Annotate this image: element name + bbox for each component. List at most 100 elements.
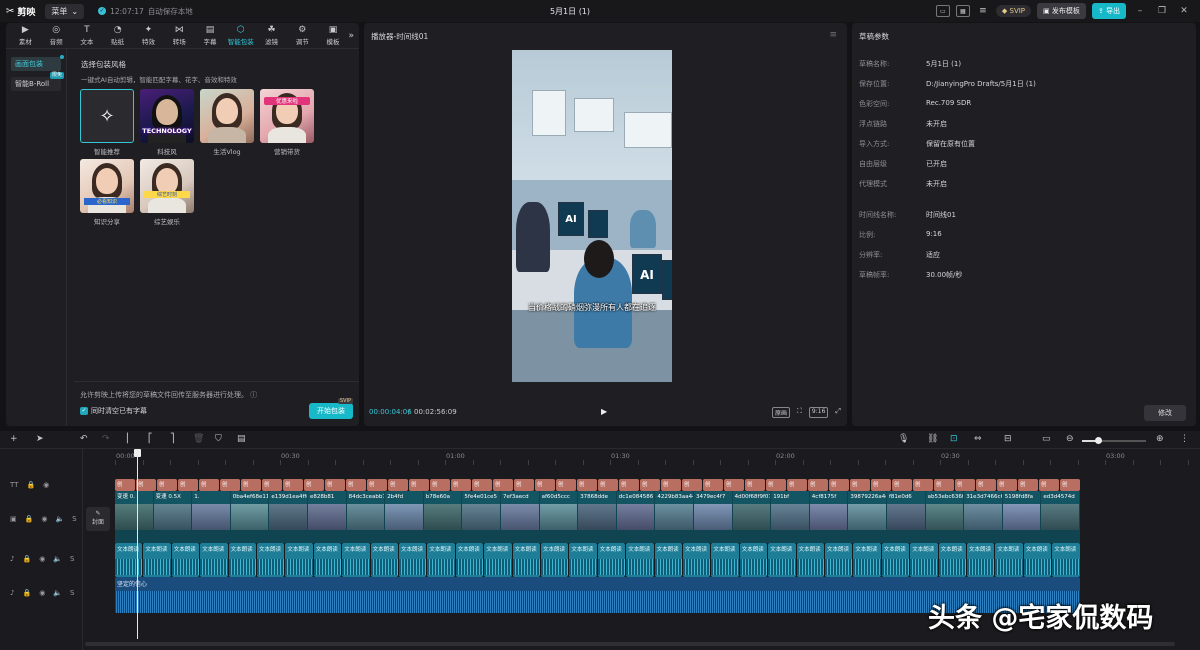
microphone-icon[interactable]: 🎙 bbox=[898, 434, 909, 444]
video-clip[interactable]: 37868dde bbox=[578, 491, 616, 543]
menu-lines-icon[interactable]: ≡ bbox=[976, 5, 990, 17]
video-clip[interactable]: 39879226a4c5 bbox=[848, 491, 886, 543]
quality-button[interactable]: 原画 bbox=[771, 407, 790, 418]
text-clip[interactable]: 创 bbox=[199, 479, 219, 491]
ratio-button[interactable]: 9:16 bbox=[808, 407, 829, 418]
text-clip[interactable]: 创 bbox=[640, 479, 660, 491]
text-track[interactable]: 创创创创创创创创创创创创创创创创创创创创创创创创创创创创创创创创创创创创创创创创… bbox=[115, 479, 1080, 491]
tts-clip[interactable]: 文本朗读 bbox=[399, 543, 427, 577]
video-clip[interactable]: ed3d4574d bbox=[1041, 491, 1079, 543]
tts-clip[interactable]: 文本朗读 bbox=[739, 543, 768, 577]
subtitle-icon[interactable]: ▤ bbox=[237, 434, 246, 444]
video-clip[interactable]: e828b81 bbox=[308, 491, 346, 543]
tts-clip[interactable]: 文本朗读 bbox=[171, 543, 200, 577]
caption-track-icon[interactable]: ▭ bbox=[1042, 434, 1051, 444]
zoom-slider-knob[interactable] bbox=[1095, 437, 1102, 444]
lock-icon[interactable]: 🔒 bbox=[22, 555, 31, 563]
tts-clip[interactable]: 文本朗读 bbox=[484, 543, 512, 577]
tts-clip[interactable]: 文本朗读 bbox=[967, 543, 995, 577]
text-clip[interactable]: 创 bbox=[682, 479, 702, 491]
text-clip[interactable]: 创 bbox=[934, 479, 954, 491]
category-effects[interactable]: ✦ 特效 bbox=[133, 23, 164, 48]
tts-clip[interactable]: 文本朗读 bbox=[881, 543, 910, 577]
text-clip[interactable]: 创 bbox=[556, 479, 576, 491]
text-clip[interactable]: 创 bbox=[1060, 479, 1080, 491]
text-clip[interactable]: 创 bbox=[892, 479, 912, 491]
speaker-icon[interactable]: 🔈 bbox=[53, 555, 62, 563]
text-clip[interactable]: 创 bbox=[220, 479, 240, 491]
tts-audio-track[interactable]: 文本朗读 文本朗读 文本朗读 文本朗读 文本朗读 文本朗读 文本朗读 文本朗读 文本朗读 文本朗读… bbox=[115, 543, 1080, 577]
text-clip[interactable]: 创 bbox=[619, 479, 639, 491]
more-icon[interactable]: S bbox=[72, 515, 76, 523]
text-clip[interactable]: 创 bbox=[388, 479, 408, 491]
text-clip[interactable]: 创 bbox=[409, 479, 429, 491]
category-audio[interactable]: ◎ 音频 bbox=[41, 23, 72, 48]
linkage-icon[interactable]: ⇔ bbox=[974, 434, 982, 444]
tts-clip[interactable]: 文本朗读 bbox=[995, 543, 1023, 577]
zoom-out-icon[interactable]: ⊖ bbox=[1066, 434, 1074, 444]
text-clip[interactable]: 创 bbox=[955, 479, 975, 491]
lock-icon[interactable]: 🔒 bbox=[25, 515, 34, 523]
video-clip[interactable]: 3479ec4f7 bbox=[694, 491, 732, 543]
info-icon[interactable]: ⓘ bbox=[250, 391, 257, 399]
shield-icon[interactable]: ⛉ bbox=[215, 434, 222, 444]
category-text[interactable]: T 文本 bbox=[72, 23, 103, 48]
eye-icon[interactable]: ◉ bbox=[39, 555, 45, 563]
more-icon[interactable]: S bbox=[70, 555, 74, 563]
template-vlog[interactable]: 生活Vlog bbox=[200, 89, 254, 156]
text-clip[interactable]: 创 bbox=[661, 479, 681, 491]
tts-clip[interactable]: 文本朗读 bbox=[825, 543, 853, 577]
video-preview[interactable]: AI AI 当价格战的硝烟弥漫所有人都在追逐 bbox=[512, 50, 672, 382]
text-clip[interactable]: 创 bbox=[283, 479, 303, 491]
redo-icon[interactable]: ↷ bbox=[102, 434, 110, 444]
lock-icon[interactable]: 🔒 bbox=[22, 589, 31, 597]
video-clip[interactable]: 4229b83aa44 bbox=[655, 491, 693, 543]
tts-clip[interactable]: 文本朗读 bbox=[711, 543, 739, 577]
cover-button[interactable]: ✎ 封面 bbox=[86, 507, 110, 531]
zoom-slider[interactable] bbox=[1082, 437, 1146, 444]
category-smart-pack[interactable]: ⬡ 智能包装 bbox=[225, 23, 256, 48]
text-clip[interactable]: 创 bbox=[997, 479, 1017, 491]
start-packaging-button[interactable]: 开始包装 SVIP bbox=[309, 398, 353, 419]
text-clip[interactable]: 创 bbox=[598, 479, 618, 491]
minimize-icon[interactable]: – bbox=[1132, 6, 1148, 16]
shortcut-icon[interactable]: ▭ bbox=[935, 5, 950, 17]
template-smart[interactable]: ✧ 智能推荐 bbox=[80, 89, 134, 156]
tts-clip[interactable]: 文本朗读 bbox=[683, 543, 711, 577]
text-clip[interactable]: 创 bbox=[430, 479, 450, 491]
video-clip[interactable]: b78e60a bbox=[423, 491, 462, 543]
undo-icon[interactable]: ↶ bbox=[80, 434, 88, 444]
tts-clip[interactable]: 文本朗读 bbox=[455, 543, 484, 577]
text-clip[interactable]: 创 bbox=[787, 479, 807, 491]
video-clip[interactable]: 5198fd8fa bbox=[1002, 491, 1041, 543]
template-knowledge[interactable]: 必看知识 知识分享 bbox=[80, 159, 134, 226]
template-variety[interactable]: 综艺时刻 综艺娱乐 bbox=[140, 159, 194, 226]
video-clip[interactable]: 191bf bbox=[771, 491, 809, 543]
zoom-in-icon[interactable]: ⊕ bbox=[1156, 434, 1164, 444]
text-clip[interactable]: 创 bbox=[1018, 479, 1038, 491]
speaker-icon[interactable]: 🔈 bbox=[55, 515, 64, 523]
template-tech[interactable]: TECHNOLOGY 科技风 bbox=[140, 89, 194, 156]
tts-clip[interactable]: 文本朗读 bbox=[342, 543, 370, 577]
trim-right-icon[interactable]: ⎤ bbox=[170, 434, 175, 444]
main-video-track[interactable]: 变速 0. 变速 0.5X 1. 0ba4ef68e11e139d1ea4ffd49a… bbox=[115, 491, 1080, 543]
text-clip[interactable]: 创 bbox=[808, 479, 828, 491]
tts-clip[interactable]: 文本朗读 bbox=[938, 543, 966, 577]
video-clip[interactable]: 变速 0.5X bbox=[153, 491, 192, 543]
tts-clip[interactable]: 文本朗读 bbox=[115, 543, 143, 577]
publish-template-button[interactable]: ▣ 发布模板 bbox=[1037, 3, 1086, 19]
eye-icon[interactable]: ◉ bbox=[41, 515, 47, 523]
text-clip[interactable]: 创 bbox=[850, 479, 870, 491]
video-clip[interactable]: af60d5ccc bbox=[539, 491, 578, 543]
side-tab-broll[interactable]: 智能B-Roll 限免 bbox=[11, 72, 64, 91]
text-clip[interactable]: 创 bbox=[241, 479, 261, 491]
text-clip[interactable]: 创 bbox=[577, 479, 597, 491]
magnet-icon[interactable]: ⊡ bbox=[950, 434, 958, 444]
video-clip[interactable]: 4cf8175f bbox=[809, 491, 848, 543]
tts-clip[interactable]: 文本朗读 bbox=[853, 543, 881, 577]
text-clip[interactable]: 创 bbox=[115, 479, 135, 491]
svip-button[interactable]: ◆ SVIP bbox=[995, 5, 1032, 17]
trim-left-icon[interactable]: ⎡ bbox=[148, 434, 153, 444]
tts-clip[interactable]: 文本朗读 bbox=[285, 543, 313, 577]
tts-clip[interactable]: 文本朗读 bbox=[313, 543, 342, 577]
